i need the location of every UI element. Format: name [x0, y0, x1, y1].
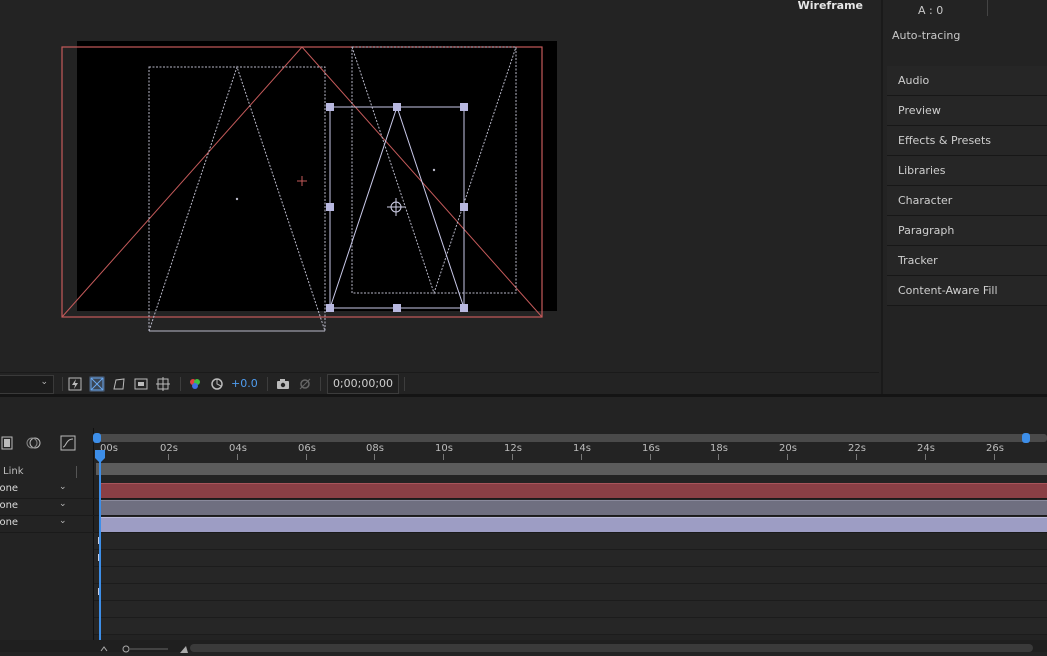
property-row [0, 601, 1047, 618]
tick [994, 454, 995, 460]
tick [581, 454, 582, 460]
tick [925, 454, 926, 460]
property-row [0, 567, 1047, 584]
color-channels-icon[interactable] [187, 376, 203, 392]
tick-label: 06s [298, 443, 316, 454]
region-of-interest-icon[interactable] [133, 376, 149, 392]
tick [787, 454, 788, 460]
panel-audio[interactable]: Audio [887, 66, 1047, 96]
info-alpha-value: A : 0 [918, 4, 944, 17]
panel-tracker[interactable]: Tracker [887, 246, 1047, 276]
camera-snapshot-icon[interactable] [275, 376, 291, 392]
wireframe-overlay [61, 46, 543, 332]
composition-viewer[interactable]: Wireframe [0, 0, 879, 372]
tick-label: 20s [779, 443, 797, 454]
tick [856, 454, 857, 460]
color-management-icon[interactable] [209, 376, 225, 392]
work-area-bar[interactable] [96, 463, 1047, 475]
tick [168, 454, 169, 460]
tick-label: 14s [573, 443, 591, 454]
tick [306, 454, 307, 460]
info-divider [987, 0, 988, 16]
time-navigator-end-handle[interactable] [1022, 433, 1030, 443]
tick-label: 22s [848, 443, 866, 454]
tick-label: 24s [917, 443, 935, 454]
layer-duration-bar[interactable] [100, 500, 1047, 515]
panel-paragraph[interactable]: Paragraph [887, 216, 1047, 246]
parent-link-header: Link [3, 466, 24, 477]
chevron-down-icon[interactable]: ⌄ [59, 516, 67, 526]
layer-row[interactable]: None ⌄ [0, 499, 1047, 516]
anchor-point-icon [387, 198, 405, 216]
zoom-out-icon[interactable] [98, 643, 188, 656]
panel-effects-presets[interactable]: Effects & Presets [887, 126, 1047, 156]
chevron-down-icon: ⌄ [40, 377, 48, 387]
auto-tracing-label[interactable]: Auto-tracing [892, 29, 960, 42]
layer-row[interactable]: None ⌄ [0, 482, 1047, 499]
timeline-panel[interactable]: Link 00s 02s 04s 06s 08s 10s 12s 14s 16s… [0, 428, 1047, 652]
guides-grid-icon[interactable] [155, 376, 171, 392]
tick-label: 10s [435, 443, 453, 454]
property-row [0, 618, 1047, 635]
panel-preview[interactable]: Preview [887, 96, 1047, 126]
tick-label: 26s [986, 443, 1004, 454]
right-panels: A : 0 Auto-tracing Audio Preview Effects… [881, 0, 1047, 394]
tick [650, 454, 651, 460]
tick-label: 04s [229, 443, 247, 454]
panel-libraries[interactable]: Libraries [887, 156, 1047, 186]
chevron-down-icon[interactable]: ⌄ [59, 499, 67, 509]
time-navigator-bar[interactable] [96, 434, 1047, 442]
exposure-value[interactable]: +0.0 [231, 377, 258, 390]
tick-label: 12s [504, 443, 522, 454]
parent-value[interactable]: None [0, 500, 18, 511]
show-snapshot-icon[interactable] [297, 376, 313, 392]
tick-label: 16s [642, 443, 660, 454]
panel-gap [0, 394, 1047, 429]
panel-character[interactable]: Character [887, 186, 1047, 216]
layer-duration-bar[interactable] [100, 483, 1047, 498]
viewer-mode-label: Wireframe [797, 0, 863, 12]
transparency-grid-icon[interactable] [89, 376, 105, 392]
property-row [0, 550, 1047, 567]
time-navigator-start-handle[interactable] [93, 433, 101, 443]
timeline-scroll-thumb[interactable] [190, 644, 1033, 652]
layer-row[interactable]: None ⌄ [0, 516, 1047, 533]
motion-blur-icon[interactable] [26, 436, 42, 453]
property-row [0, 533, 1047, 550]
current-time-indicator[interactable] [99, 458, 101, 652]
tick-label: 08s [366, 443, 384, 454]
parent-value[interactable]: None [0, 517, 18, 528]
tick [512, 454, 513, 460]
property-row [0, 584, 1047, 601]
mask-path-icon[interactable] [111, 376, 127, 392]
tick-label: 02s [160, 443, 178, 454]
tick [718, 454, 719, 460]
fast-preview-icon[interactable] [67, 376, 83, 392]
tick [443, 454, 444, 460]
layer-duration-bar[interactable] [100, 517, 1047, 532]
comp-flowchart-icon[interactable] [0, 436, 14, 453]
tick-label: 18s [710, 443, 728, 454]
magnification-select[interactable]: ⌄ [0, 375, 54, 394]
playhead-handle-icon[interactable] [94, 450, 106, 462]
tick [374, 454, 375, 460]
chevron-down-icon[interactable]: ⌄ [59, 482, 67, 492]
viewer-toolbar: ⌄ +0.0 0;00;00;00 [0, 372, 879, 395]
property-columns [0, 533, 94, 640]
current-time-display[interactable]: 0;00;00;00 [327, 374, 399, 394]
tick [237, 454, 238, 460]
header-divider [76, 466, 77, 478]
panel-content-aware-fill[interactable]: Content-Aware Fill [887, 276, 1047, 306]
graph-editor-icon[interactable] [60, 435, 76, 454]
parent-value[interactable]: None [0, 483, 18, 494]
